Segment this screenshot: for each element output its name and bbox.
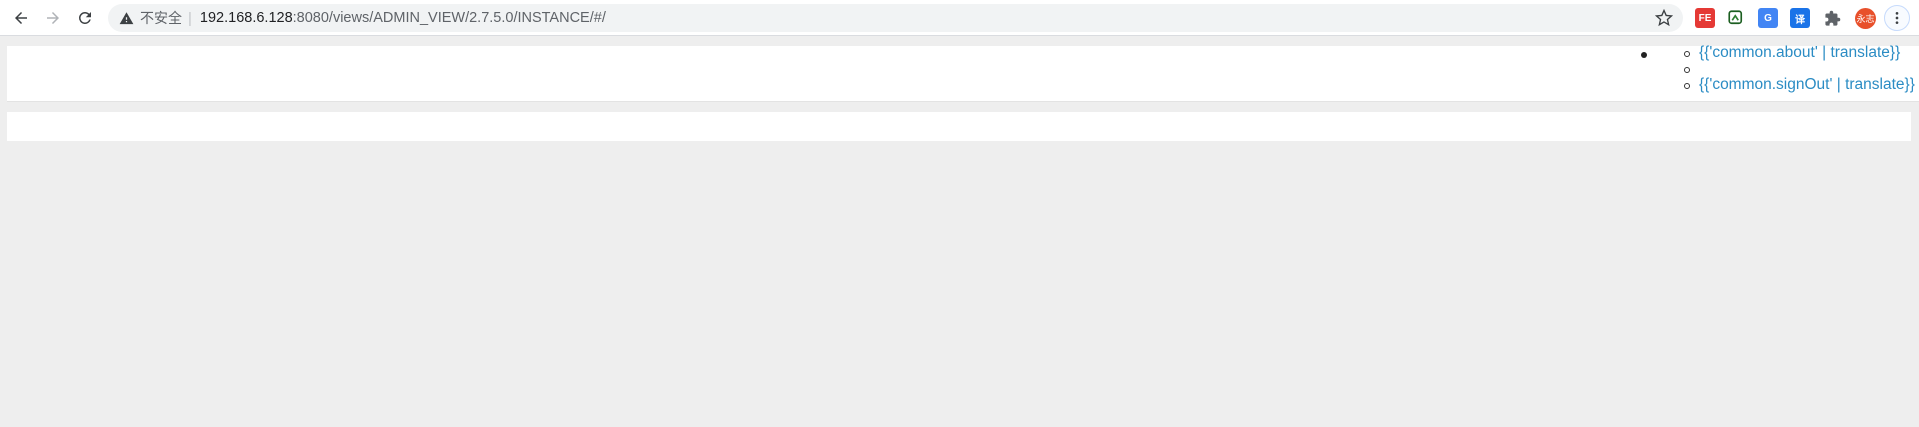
address-bar[interactable]: 不安全 | 192.168.6.128:8080/views/ADMIN_VIE… (108, 4, 1683, 32)
puzzle-icon[interactable] (1822, 8, 1842, 28)
forward-button[interactable] (40, 5, 66, 31)
kebab-menu-icon (1895, 12, 1899, 24)
arrow-left-icon (15, 12, 27, 24)
ext-google-translate-icon[interactable]: G (1758, 8, 1778, 28)
warning-triangle-icon[interactable] (118, 10, 134, 26)
reload-icon (78, 11, 91, 24)
ext-fe-helper-icon[interactable]: FE (1695, 8, 1715, 28)
sign-out-link[interactable]: {{'common.signOut' | translate}} (1699, 76, 1915, 94)
sublist-bullet (1684, 67, 1690, 73)
top-navbar (7, 46, 1919, 102)
omnibox-divider: | (188, 9, 192, 27)
arrow-right-icon (47, 12, 59, 24)
url-host[interactable]: 192.168.6.128 (200, 10, 293, 26)
profile-avatar[interactable]: 永志 (1855, 8, 1876, 29)
security-label[interactable]: 不安全 (140, 8, 182, 28)
sublist-bullet (1684, 83, 1690, 89)
url-path[interactable]: :8080/views/ADMIN_VIEW/2.7.5.0/INSTANCE/… (293, 10, 606, 26)
browser-menu-button[interactable] (1884, 5, 1910, 31)
reload-button[interactable] (72, 5, 98, 31)
star-icon[interactable] (1655, 9, 1673, 27)
browser-toolbar: 不安全 | 192.168.6.128:8080/views/ADMIN_VIE… (0, 0, 1919, 36)
content-panel (7, 112, 1911, 141)
list-bullet (1641, 52, 1647, 58)
ext-green-icon[interactable] (1726, 8, 1746, 28)
back-button[interactable] (8, 5, 34, 31)
about-link[interactable]: {{'common.about' | translate}} (1699, 44, 1900, 62)
sublist-bullet (1684, 51, 1690, 57)
ext-translate-icon[interactable]: 译 (1790, 8, 1810, 28)
